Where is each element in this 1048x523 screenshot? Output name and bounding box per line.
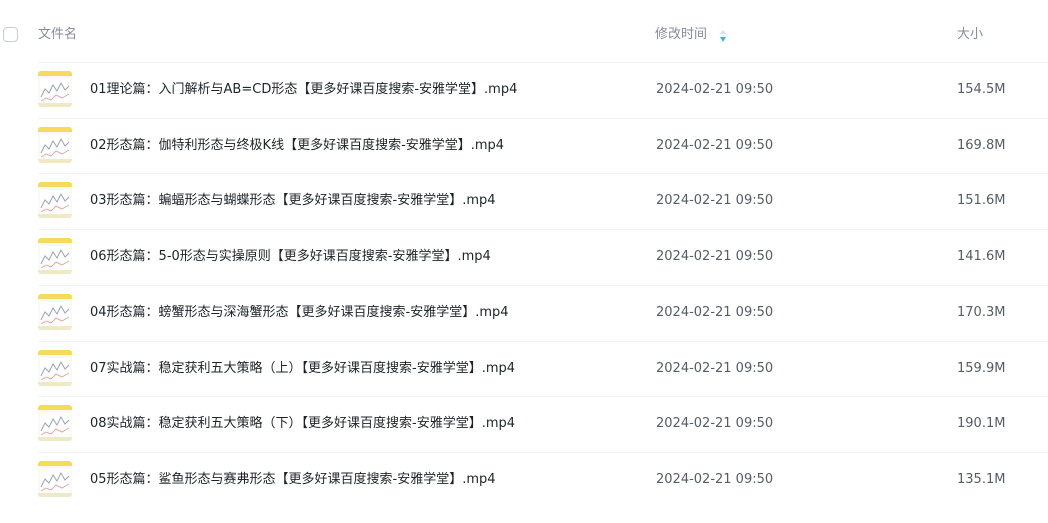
file-name[interactable]: 07实战篇：稳定获利五大策略（上）【更多好课百度搜索-安雅学堂】.mp4 xyxy=(90,360,515,377)
file-name[interactable]: 05形态篇：鲨鱼形态与赛弗形态【更多好课百度搜索-安雅学堂】.mp4 xyxy=(90,471,496,488)
column-header-name[interactable]: 文件名 xyxy=(38,27,77,43)
file-name[interactable]: 03形态篇：蝙蝠形态与蝴蝶形态【更多好课百度搜索-安雅学堂】.mp4 xyxy=(90,192,496,209)
video-thumbnail[interactable] xyxy=(38,127,72,163)
file-row[interactable]: 07实战篇：稳定获利五大策略（上）【更多好课百度搜索-安雅学堂】.mp4 2024… xyxy=(0,341,1048,396)
file-size: 135.1M xyxy=(957,472,1006,487)
file-name[interactable]: 08实战篇：稳定获利五大策略（下）【更多好课百度搜索-安雅学堂】.mp4 xyxy=(90,415,515,432)
video-thumbnail[interactable] xyxy=(38,405,72,441)
file-size: 154.5M xyxy=(957,82,1006,97)
file-modified-time: 2024-02-21 09:50 xyxy=(656,249,774,264)
video-thumbnail[interactable] xyxy=(38,350,72,386)
file-name[interactable]: 02形态篇：伽特利形态与终极K线【更多好课百度搜索-安雅学堂】.mp4 xyxy=(90,137,504,154)
file-list-header: 文件名 修改时间 大小 xyxy=(0,0,1048,62)
file-name[interactable]: 01理论篇：入门解析与AB=CD形态【更多好课百度搜索-安雅学堂】.mp4 xyxy=(90,81,517,98)
file-modified-time: 2024-02-21 09:50 xyxy=(656,361,774,376)
video-thumbnail[interactable] xyxy=(38,182,72,218)
file-modified-time: 2024-02-21 09:50 xyxy=(656,472,774,487)
file-row[interactable]: 05形态篇：鲨鱼形态与赛弗形态【更多好课百度搜索-安雅学堂】.mp4 2024-0… xyxy=(0,452,1048,507)
file-modified-time: 2024-02-21 09:50 xyxy=(656,193,774,208)
file-row[interactable]: 08实战篇：稳定获利五大策略（下）【更多好课百度搜索-安雅学堂】.mp4 2024… xyxy=(0,396,1048,451)
file-row[interactable]: 01理论篇：入门解析与AB=CD形态【更多好课百度搜索-安雅学堂】.mp4 202… xyxy=(0,62,1048,117)
file-modified-time: 2024-02-21 09:50 xyxy=(656,138,774,153)
file-size: 190.1M xyxy=(957,416,1006,431)
file-modified-time: 2024-02-21 09:50 xyxy=(656,416,774,431)
file-row[interactable]: 06形态篇：5-0形态与实操原则【更多好课百度搜索-安雅学堂】.mp4 2024-… xyxy=(0,229,1048,284)
video-thumbnail[interactable] xyxy=(38,238,72,274)
file-size: 170.3M xyxy=(957,305,1006,320)
file-row[interactable]: 04形态篇：螃蟹形态与深海蟹形态【更多好课百度搜索-安雅学堂】.mp4 2024-… xyxy=(0,285,1048,340)
file-size: 151.6M xyxy=(957,193,1006,208)
file-row[interactable]: 02形态篇：伽特利形态与终极K线【更多好课百度搜索-安雅学堂】.mp4 2024-… xyxy=(0,118,1048,173)
video-thumbnail[interactable] xyxy=(38,294,72,330)
column-header-modified[interactable]: 修改时间 xyxy=(655,27,707,43)
file-size: 169.8M xyxy=(957,138,1006,153)
select-all-checkbox[interactable] xyxy=(3,27,18,42)
file-modified-time: 2024-02-21 09:50 xyxy=(656,82,774,97)
file-size: 141.6M xyxy=(957,249,1006,264)
sort-icon[interactable] xyxy=(719,28,727,42)
column-header-size[interactable]: 大小 xyxy=(957,27,983,43)
video-thumbnail[interactable] xyxy=(38,71,72,107)
file-modified-time: 2024-02-21 09:50 xyxy=(656,305,774,320)
file-row[interactable]: 03形态篇：蝙蝠形态与蝴蝶形态【更多好课百度搜索-安雅学堂】.mp4 2024-0… xyxy=(0,173,1048,228)
video-thumbnail[interactable] xyxy=(38,461,72,497)
file-name[interactable]: 06形态篇：5-0形态与实操原则【更多好课百度搜索-安雅学堂】.mp4 xyxy=(90,248,491,265)
file-name[interactable]: 04形态篇：螃蟹形态与深海蟹形态【更多好课百度搜索-安雅学堂】.mp4 xyxy=(90,304,509,321)
file-size: 159.9M xyxy=(957,361,1006,376)
